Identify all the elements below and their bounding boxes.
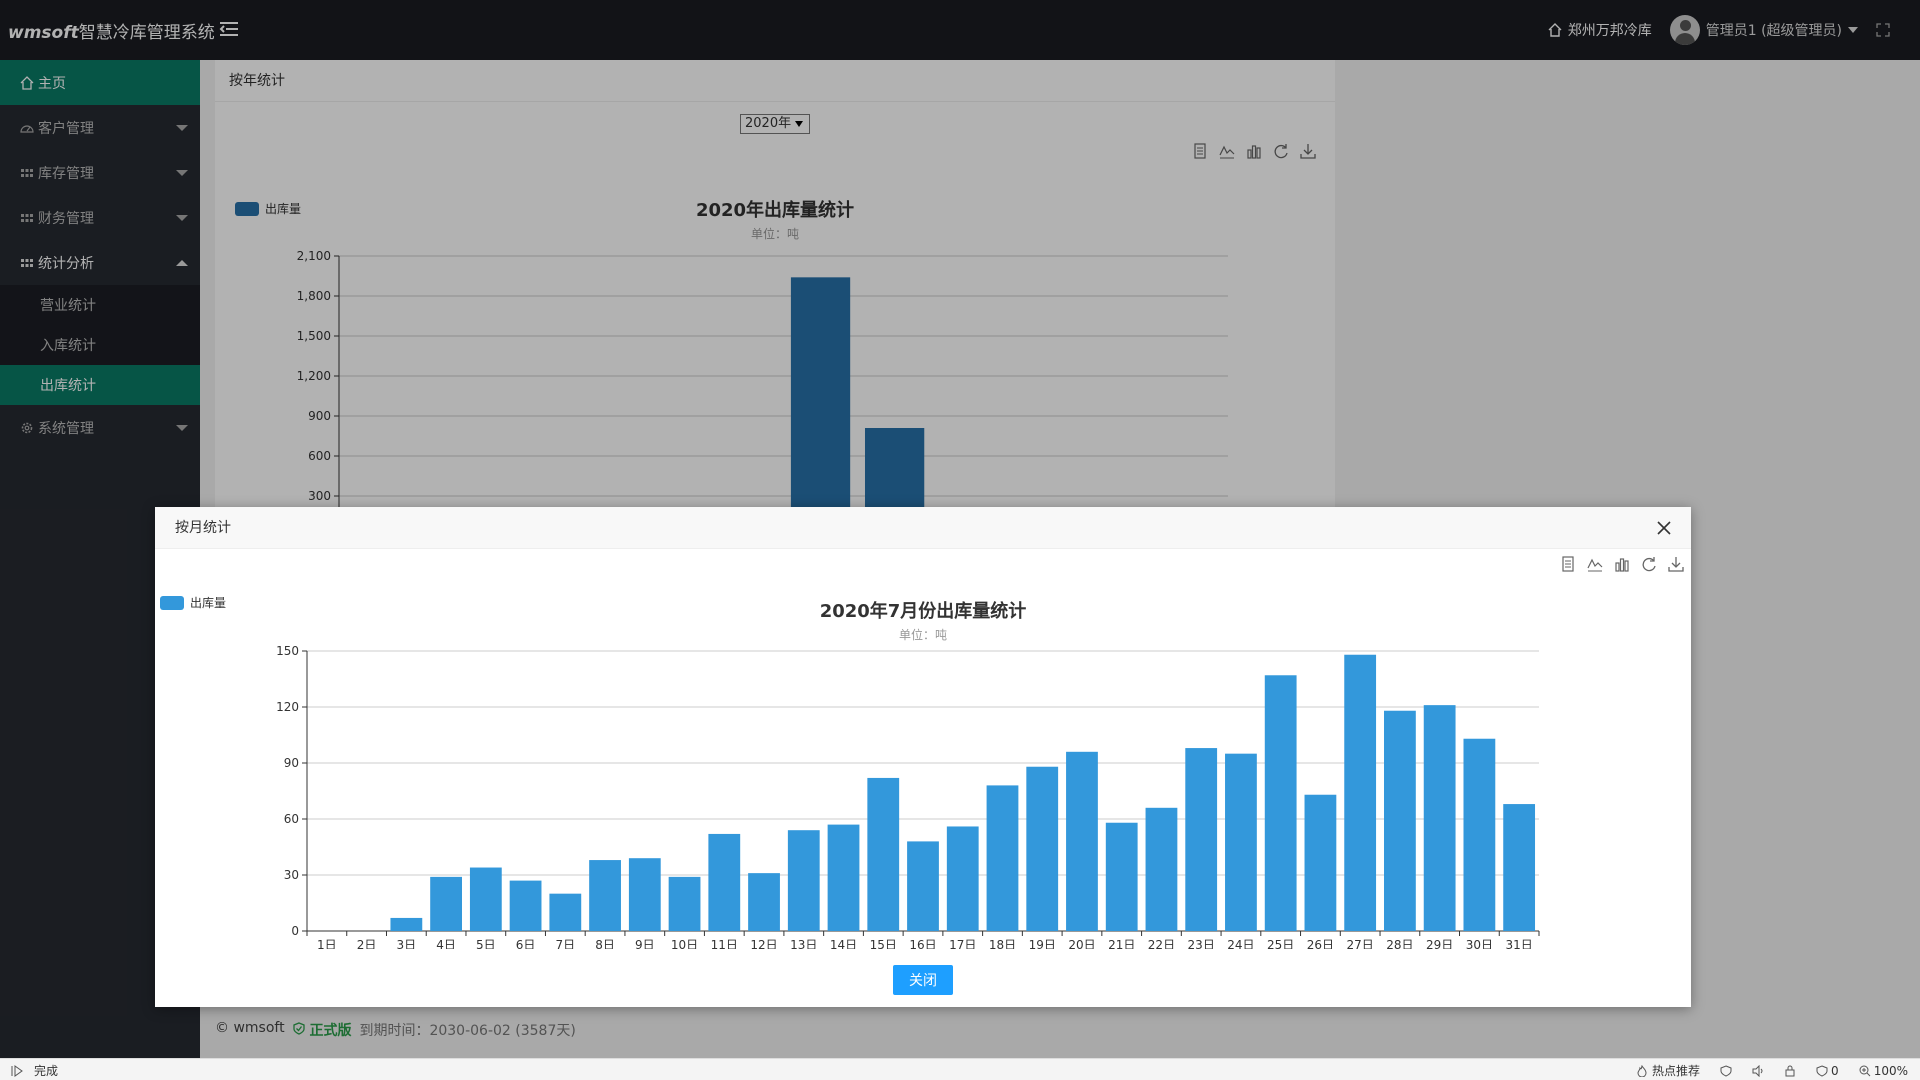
x-tick-label: 23日 — [1188, 938, 1215, 949]
zoom-level: 100% — [1873, 1063, 1908, 1078]
bar — [946, 826, 979, 931]
hot-recommend-label: 热点推荐 — [1652, 1064, 1701, 1078]
speaker-icon[interactable] — [1752, 1064, 1764, 1077]
x-tick-label: 14日 — [830, 938, 857, 949]
close-button[interactable]: 关闭 — [893, 965, 953, 995]
bar — [628, 858, 661, 931]
x-tick-label: 17日 — [949, 938, 976, 949]
bar — [1026, 766, 1059, 931]
bar — [549, 893, 582, 931]
x-tick-label: 30日 — [1466, 938, 1493, 949]
status-text: 完成 — [34, 1064, 59, 1078]
bar — [1145, 807, 1178, 931]
legend-swatch — [160, 596, 184, 610]
bar — [1423, 705, 1456, 931]
x-tick-label: 24日 — [1227, 938, 1254, 949]
x-tick-label: 25日 — [1267, 938, 1294, 949]
x-tick-label: 9日 — [635, 938, 655, 949]
zoom-control[interactable]: 100% — [1859, 1064, 1908, 1078]
bar — [986, 785, 1019, 931]
x-tick-label: 6日 — [516, 938, 536, 949]
x-tick-label: 12日 — [750, 938, 777, 949]
bar — [509, 880, 542, 931]
block-count: 0 — [1831, 1063, 1839, 1078]
bar — [787, 830, 820, 931]
shield-icon[interactable] — [1720, 1064, 1732, 1077]
x-tick-label: 2日 — [357, 938, 377, 949]
bar — [1066, 751, 1098, 931]
zoom-icon — [1859, 1065, 1871, 1076]
bar — [469, 867, 502, 931]
y-tick-label: 0 — [291, 924, 299, 938]
x-tick-label: 3日 — [397, 938, 417, 949]
bar — [748, 873, 780, 931]
play-icon[interactable] — [10, 1064, 24, 1078]
x-tick-label: 8日 — [595, 938, 615, 949]
bar — [1503, 804, 1536, 931]
bar — [1344, 654, 1377, 931]
y-tick-label: 120 — [276, 700, 299, 714]
x-tick-label: 20日 — [1068, 938, 1095, 949]
browser-status-bar: 完成 热点推荐 0 100% — [0, 1058, 1920, 1080]
ad-block-counter[interactable]: 0 — [1816, 1064, 1839, 1078]
bar — [1384, 710, 1416, 931]
x-tick-label: 26日 — [1307, 938, 1334, 949]
x-tick-label: 11日 — [711, 938, 738, 949]
x-tick-label: 10日 — [671, 938, 698, 949]
x-tick-label: 22日 — [1148, 938, 1175, 949]
x-tick-label: 19日 — [1029, 938, 1056, 949]
modal-title: 按月统计 — [155, 507, 1691, 549]
chart-subtitle: 单位：吨 — [899, 627, 947, 642]
bar — [1225, 753, 1257, 931]
bar — [390, 917, 423, 931]
x-tick-label: 28日 — [1386, 938, 1413, 949]
bar — [589, 860, 621, 931]
monthly-stats-modal: 按月统计 出库量 2020年7月份出库量统计单位：吨 0 30 60 90 120 150 1日… — [155, 507, 1691, 1007]
monthly-outbound-chart: 出库量 2020年7月份出库量统计单位：吨 0 30 60 90 120 150 1日 2日 3日 4… — [160, 595, 1540, 949]
legend-label: 出库量 — [190, 595, 226, 610]
fire-icon — [1637, 1064, 1647, 1077]
x-tick-label: 4日 — [436, 938, 456, 949]
bar — [867, 777, 900, 931]
lock-icon[interactable] — [1784, 1065, 1796, 1077]
bar — [1264, 675, 1297, 931]
x-tick-label: 18日 — [989, 938, 1016, 949]
bar — [668, 876, 701, 931]
x-tick-label: 16日 — [909, 938, 936, 949]
close-icon[interactable] — [1655, 519, 1673, 537]
bar — [1185, 748, 1218, 931]
hot-recommend[interactable]: 热点推荐 — [1636, 1062, 1700, 1079]
x-tick-label: 13日 — [790, 938, 817, 949]
bar — [1304, 794, 1337, 931]
bar — [708, 833, 741, 931]
bar — [827, 824, 860, 931]
y-tick-label: 60 — [284, 812, 299, 826]
bar — [1105, 822, 1138, 931]
x-tick-label: 7日 — [556, 938, 576, 949]
x-tick-label: 31日 — [1505, 938, 1532, 949]
bar — [907, 841, 939, 931]
y-tick-label: 90 — [284, 756, 299, 770]
x-tick-label: 29日 — [1426, 938, 1453, 949]
x-tick-label: 1日 — [317, 938, 337, 949]
chart-title: 2020年7月份出库量统计 — [820, 600, 1027, 622]
x-tick-label: 21日 — [1108, 938, 1135, 949]
bar — [430, 876, 462, 931]
block-shield-icon — [1816, 1064, 1828, 1077]
x-tick-label: 27日 — [1347, 938, 1374, 949]
y-tick-label: 150 — [276, 644, 299, 658]
y-tick-label: 30 — [284, 868, 299, 882]
x-tick-label: 15日 — [870, 938, 897, 949]
x-tick-label: 5日 — [476, 938, 496, 949]
bar — [1463, 738, 1496, 931]
